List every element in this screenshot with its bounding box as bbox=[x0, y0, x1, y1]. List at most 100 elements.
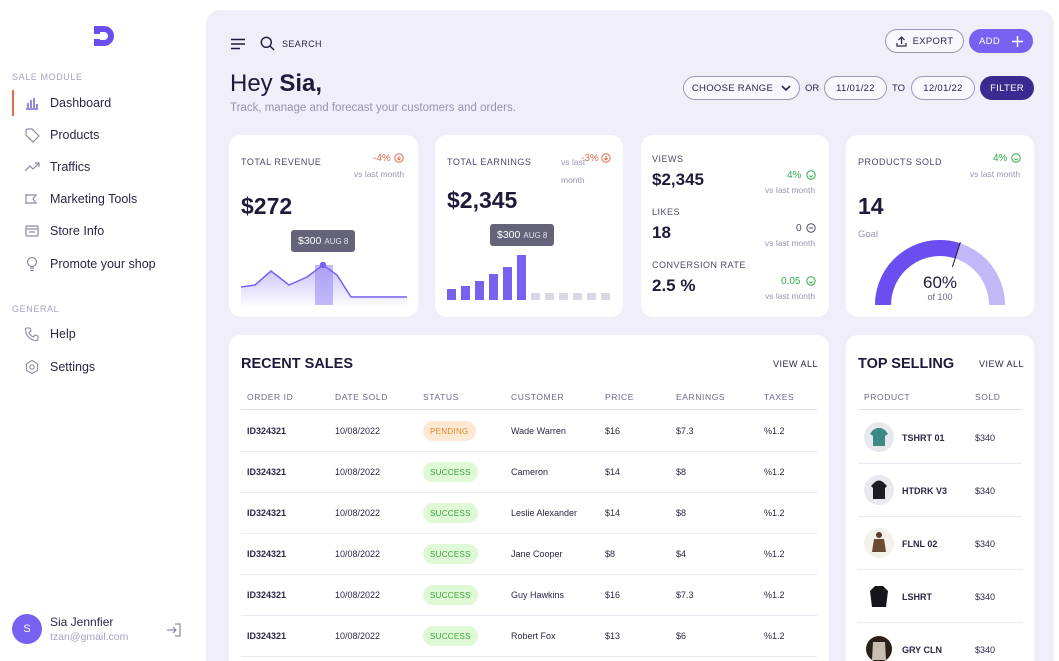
list-item[interactable]: HTDRK V3 $340 bbox=[858, 464, 1022, 517]
sidebar-item-label: Help bbox=[50, 327, 76, 341]
views-label: VIEWS bbox=[652, 154, 684, 164]
export-button[interactable]: EXPORT bbox=[885, 29, 964, 53]
date-sold: 10/08/2022 bbox=[335, 549, 381, 559]
column-header[interactable]: STATUS bbox=[423, 392, 459, 402]
product-name: LSHRT bbox=[902, 592, 932, 602]
column-header[interactable]: DATE SOLD bbox=[335, 392, 388, 402]
down-arrow-icon bbox=[601, 153, 611, 163]
date-to-field[interactable]: 12/01/22 bbox=[911, 76, 975, 100]
main-content: SEARCH EXPORT ADD Hey Sia, Track, manage… bbox=[206, 10, 1054, 661]
taxes: %1.2 bbox=[764, 549, 785, 559]
date-from-field[interactable]: 11/01/22 bbox=[824, 76, 887, 100]
user-email: tzan@gmail.com bbox=[50, 631, 129, 643]
table-row[interactable]: ID324321 10/08/2022 SUCCESS Guy Hawkins … bbox=[241, 575, 817, 616]
taxes: %1.2 bbox=[764, 590, 785, 600]
table-row[interactable]: ID324321 10/08/2022 PENDING Wade Warren … bbox=[241, 411, 817, 452]
column-header[interactable]: PRODUCT bbox=[864, 392, 910, 402]
product-sold: $340 bbox=[975, 486, 996, 496]
list-item[interactable]: FLNL 02 $340 bbox=[858, 517, 1022, 570]
sidebar-item-label: Traffics bbox=[50, 160, 91, 174]
status-badge: SUCCESS bbox=[423, 503, 478, 523]
earnings: $7.3 bbox=[676, 426, 694, 436]
table-row[interactable]: ID324321 10/08/2022 SUCCESS Jane Cooper … bbox=[241, 534, 817, 575]
date-sold: 10/08/2022 bbox=[335, 467, 381, 477]
column-header[interactable]: CUSTOMER bbox=[511, 392, 564, 402]
greeting-title: Hey Sia, bbox=[230, 70, 322, 98]
up-arrow-icon bbox=[806, 170, 816, 180]
filter-button[interactable]: FILTER bbox=[980, 76, 1034, 100]
list-item[interactable]: TSHRT 01 $340 bbox=[858, 411, 1022, 464]
revenue-vs: vs last month bbox=[354, 169, 405, 179]
tag-icon bbox=[24, 127, 40, 143]
likes-value: 18 bbox=[652, 223, 671, 242]
column-header[interactable]: PRICE bbox=[605, 392, 634, 402]
earnings-value: $2,345 bbox=[447, 187, 518, 213]
engagement-card: VIEWS $2,345 4% vs last month LIKES 18 0… bbox=[641, 135, 829, 317]
column-header[interactable]: ORDER ID bbox=[247, 392, 293, 402]
price: $14 bbox=[605, 467, 621, 477]
export-label: EXPORT bbox=[912, 35, 954, 47]
hexagon-gear-icon bbox=[24, 359, 40, 375]
recent-sales-view-all[interactable]: VIEW ALL bbox=[773, 359, 818, 369]
product-sold: $340 bbox=[975, 433, 996, 443]
top-selling-view-all[interactable]: VIEW ALL bbox=[979, 359, 1024, 369]
order-id: ID324321 bbox=[247, 631, 287, 641]
sidebar-item-marketing-tools[interactable]: Marketing Tools bbox=[12, 186, 198, 212]
likes-label: LIKES bbox=[652, 207, 681, 217]
product-image-grey-coat bbox=[864, 634, 894, 661]
sidebar-item-help[interactable]: Help bbox=[12, 321, 198, 347]
brand-logo[interactable] bbox=[92, 24, 116, 48]
customer: Wade Warren bbox=[511, 426, 566, 436]
products-sold-label: PRODUCTS SOLD bbox=[858, 157, 943, 167]
sale-module-label: SALE MODULE bbox=[12, 72, 83, 82]
user-name: Sia Jennfier bbox=[50, 615, 114, 629]
earnings: $6 bbox=[676, 631, 687, 641]
table-row[interactable]: ID324321 10/08/2022 SUCCESS Robert Fox $… bbox=[241, 616, 817, 657]
product-name: TSHRT 01 bbox=[902, 433, 945, 443]
sidebar-item-store-info[interactable]: Store Info bbox=[12, 218, 198, 244]
earnings-tooltip-date: AUG 8 bbox=[523, 230, 548, 240]
list-item[interactable]: GRY CLN $340 bbox=[858, 623, 1022, 661]
earnings-label: TOTAL EARNINGS bbox=[447, 157, 532, 167]
sidebar: SALE MODULE Dashboard Products Traffics … bbox=[0, 0, 206, 661]
revenue-tooltip: $300 AUG 8 bbox=[291, 230, 356, 252]
choose-range-dropdown[interactable]: CHOOSE RANGE bbox=[683, 76, 800, 100]
table-row[interactable]: ID324321 10/08/2022 SUCCESS Leslie Alexa… bbox=[241, 493, 817, 534]
conversion-change: 0.05 bbox=[781, 276, 801, 287]
product-sold: $340 bbox=[975, 645, 996, 655]
list-item[interactable]: LSHRT $340 bbox=[858, 570, 1022, 623]
product-sold: $340 bbox=[975, 592, 996, 602]
user-profile[interactable]: S Sia Jennfier tzan@gmail.com bbox=[12, 613, 188, 645]
column-header[interactable]: EARNINGS bbox=[676, 392, 725, 402]
recent-sales-card: RECENT SALES VIEW ALL ORDER ID DATE SOLD… bbox=[229, 335, 829, 661]
views-change: 4% bbox=[787, 170, 802, 181]
trend-icon bbox=[24, 159, 40, 175]
bar-chart-icon bbox=[24, 95, 40, 111]
up-arrow-icon bbox=[806, 276, 816, 286]
search-label[interactable]: SEARCH bbox=[282, 39, 322, 49]
product-image-tshirt bbox=[864, 422, 894, 452]
top-selling-card: TOP SELLING VIEW ALL PRODUCT SOLD TSHRT … bbox=[846, 335, 1034, 661]
sidebar-item-label: Settings bbox=[50, 360, 96, 374]
status-badge: PENDING bbox=[423, 421, 476, 441]
plus-icon bbox=[1011, 35, 1023, 47]
greeting-name: Sia, bbox=[279, 70, 323, 97]
earnings: $8 bbox=[676, 467, 687, 477]
order-id: ID324321 bbox=[247, 426, 287, 436]
table-row[interactable]: ID324321 10/08/2022 SUCCESS Cameron $14 … bbox=[241, 452, 817, 493]
taxes: %1.2 bbox=[764, 467, 785, 477]
column-header[interactable]: TAXES bbox=[764, 392, 794, 402]
menu-icon[interactable] bbox=[231, 38, 245, 50]
phone-icon bbox=[24, 326, 40, 342]
add-button[interactable]: ADD bbox=[969, 29, 1033, 53]
column-header[interactable]: SOLD bbox=[975, 392, 1001, 402]
logout-icon[interactable] bbox=[166, 622, 182, 638]
sidebar-item-promote[interactable]: Promote your shop bbox=[12, 251, 198, 277]
sidebar-item-settings[interactable]: Settings bbox=[12, 354, 198, 380]
revenue-line-chart bbox=[241, 261, 407, 305]
sidebar-item-products[interactable]: Products bbox=[12, 122, 198, 148]
sidebar-item-dashboard[interactable]: Dashboard bbox=[12, 90, 198, 116]
search-icon[interactable] bbox=[260, 36, 275, 51]
sidebar-item-traffics[interactable]: Traffics bbox=[12, 154, 198, 180]
lightbulb-icon bbox=[24, 256, 40, 272]
